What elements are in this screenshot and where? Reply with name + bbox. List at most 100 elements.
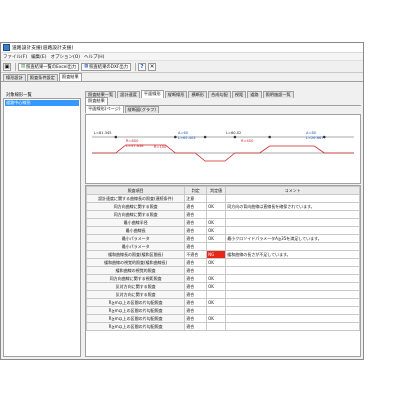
cell-value — [206, 210, 227, 219]
table-row[interactable]: 緩和曲線の視覚的照査(緩和曲線長) 適合 OK — [86, 258, 360, 267]
table-row[interactable]: R≧m以上の区間の片勾配照査 適合 — [86, 306, 360, 315]
list-item[interactable]: 道路中心線形 — [5, 100, 79, 106]
table-row[interactable]: 反対方向に関する照査 適合 OK — [86, 282, 360, 291]
cell-value — [206, 266, 227, 275]
tab-check-conditions[interactable]: 照査条件設定 — [26, 73, 58, 81]
cell-judge: 適合 — [184, 314, 208, 323]
check-results-table: 照査項目 判定 判定値 コメント 設計速度に関する曲線長の照査(連続条件) 注意同… — [85, 185, 361, 357]
column-header-value[interactable]: 判定値 — [206, 186, 227, 195]
help-icon[interactable]: ? — [138, 62, 146, 71]
segment-label: L=60.02 — [226, 131, 242, 135]
column-header-item[interactable]: 照査項目 — [86, 186, 186, 195]
cell-judge: 適合 — [184, 218, 208, 227]
table-row[interactable]: 最小パラメータ 適合 OK 最小クロソイドパラメータA≧35を満足しています。 — [86, 234, 360, 243]
save-icon[interactable]: ▣ — [3, 62, 11, 71]
table-row[interactable]: 反対方向に関する照査 適合 — [86, 290, 360, 299]
segment-label: R=450 — [241, 139, 254, 143]
menu-file[interactable]: ファイル(F) — [3, 54, 27, 60]
tab-alignment-design[interactable]: 線形設計 — [3, 73, 26, 81]
tab-cross-section[interactable]: 横断形 — [188, 90, 208, 98]
cell-item: 反対方向に関する照査 — [86, 282, 186, 291]
tab-profile[interactable]: 縦断線形 — [164, 90, 188, 98]
station-marker — [233, 135, 237, 139]
menu-help[interactable]: ヘルプ(H) — [84, 54, 104, 60]
cell-comment — [225, 322, 360, 331]
cell-comment — [225, 194, 360, 203]
cell-judge: 適合 — [184, 274, 208, 283]
cell-comment — [225, 266, 360, 275]
table-row[interactable]: R≧m以上の区間の片勾配照査 適合 — [86, 322, 360, 331]
table-row[interactable]: 緩和曲線長の照査(緩和区間長) 不適合 NG 緩和曲線の長さが不足しています。 — [86, 250, 360, 259]
cell-value: OK — [206, 234, 227, 243]
cell-item: 緩和曲線の視覚的照査 — [86, 266, 186, 275]
cell-value: OK — [206, 218, 227, 227]
station-marker — [268, 135, 271, 139]
tab-plan[interactable]: 平面線形 — [140, 89, 164, 98]
cell-comment — [225, 290, 360, 299]
cell-comment — [225, 306, 360, 315]
table-row[interactable]: 最小曲線長 適合 OK — [86, 226, 360, 235]
cell-judge: 適合 — [184, 234, 208, 243]
export-dxf-button[interactable]: ▦ 照査結果のDXF出力 — [81, 62, 131, 71]
segment-label: R=150 — [154, 145, 167, 149]
table-row[interactable]: 設計速度に関する曲線長の照査(連続条件) 注意 — [86, 194, 360, 203]
cell-value — [206, 322, 227, 331]
table-row[interactable]: 同方向曲線に関する視距照査 適合 OK — [86, 274, 360, 283]
tab-lighting[interactable]: 照明施設一覧 — [262, 90, 294, 98]
view-tabs: 平面線形(ページ) 縦断図(グラフ) — [85, 104, 361, 113]
station-marker — [174, 135, 177, 139]
table-row[interactable]: 同方向曲線に関する照査 適合 OK 同方向の背向曲線は直線長を確保されています。 — [86, 202, 360, 211]
export-excel-button[interactable]: ▤ 照査結果一覧のExcel出力 — [18, 62, 80, 71]
cell-comment: 最小クロソイドパラメータA≧35を満足しています。 — [225, 234, 360, 243]
cell-item: 同方向曲線に関する照査 — [86, 202, 186, 211]
column-header-comment[interactable]: コメント — [225, 186, 360, 195]
result-tabs: 照査結果一覧 設計速度 平面線形 縦断線形 横断形 合成勾配 視距 道路 照明施… — [85, 89, 361, 98]
alignment-diagram[interactable]: L=81.345 R=600 A=60 L=65.403 R=150 L=37.… — [85, 114, 361, 184]
close-icon[interactable]: ✕ — [148, 62, 156, 71]
column-header-judge[interactable]: 判定 — [184, 186, 208, 195]
tab-road[interactable]: 道路 — [247, 90, 262, 98]
table-row[interactable]: 同方向曲線に関する照査 適合 — [86, 210, 360, 219]
cell-item: R≧m以上の区間の片勾配照査 — [86, 314, 186, 323]
excel-icon: ▤ — [21, 64, 26, 69]
alignment-list[interactable]: 道路中心線形 — [3, 98, 81, 357]
cell-value: OK — [206, 298, 227, 307]
app-icon — [3, 44, 10, 51]
cell-value — [206, 306, 227, 315]
table-row[interactable]: 最小パラメータ 適合 — [86, 242, 360, 251]
cell-value: OK — [206, 226, 227, 235]
window-title: 道路設計支援(道路設計支援) — [12, 46, 74, 51]
tab-sight-distance[interactable]: 視距 — [231, 90, 247, 98]
tab-check-results[interactable]: 照査結果 — [58, 72, 82, 81]
segment-label: R=600 — [126, 139, 139, 143]
table-row[interactable]: 緩和曲線の視覚的照査 適合 — [86, 266, 360, 275]
cell-item: 最小曲線長 — [86, 226, 186, 235]
cell-comment — [225, 258, 360, 267]
cell-value — [206, 242, 227, 251]
cell-item: 最小パラメータ — [86, 242, 186, 251]
cell-item: R≧m以上の区間の片勾配照査 — [86, 306, 186, 315]
right-pane: 照査結果一覧 設計速度 平面線形 縦断線形 横断形 合成勾配 視距 道路 照明施… — [85, 89, 361, 357]
segment-label: L=65.403 — [178, 136, 196, 140]
cell-value: OK — [206, 258, 227, 267]
tab-plan-page[interactable]: 平面線形(ページ) — [85, 104, 124, 113]
table-row[interactable]: R≧m以上の区間の片勾配照査 適合 OK — [86, 314, 360, 323]
table-row[interactable]: 最小曲線半径 適合 OK — [86, 218, 360, 227]
tab-design-speed[interactable]: 設計速度 — [117, 90, 140, 98]
menu-edit[interactable]: 編集(E) — [31, 54, 46, 60]
cell-item: R≧m以上の区間の片勾配照査 — [86, 322, 186, 331]
tab-composite-grade[interactable]: 合成勾配 — [208, 90, 231, 98]
cell-item: 同方向曲線に関する照査 — [86, 210, 186, 219]
tab-profile-graph[interactable]: 縦断図(グラフ) — [124, 105, 159, 113]
cell-value — [206, 290, 227, 299]
alignment-diagram-svg — [91, 135, 355, 162]
cell-item: 反対方向に関する照査 — [86, 290, 186, 299]
table-row[interactable]: R≧m以上の区間の片勾配照査 適合 OK — [86, 298, 360, 307]
title-bar: 道路設計支援(道路設計支援) — [1, 43, 363, 53]
cell-judge: 適合 — [184, 290, 208, 299]
menu-options[interactable]: オプション(O) — [50, 54, 80, 60]
cell-comment — [225, 282, 360, 291]
cell-item: 最小パラメータ — [86, 234, 186, 243]
dxf-icon: ▦ — [84, 64, 89, 69]
cell-value: OK — [206, 202, 227, 211]
